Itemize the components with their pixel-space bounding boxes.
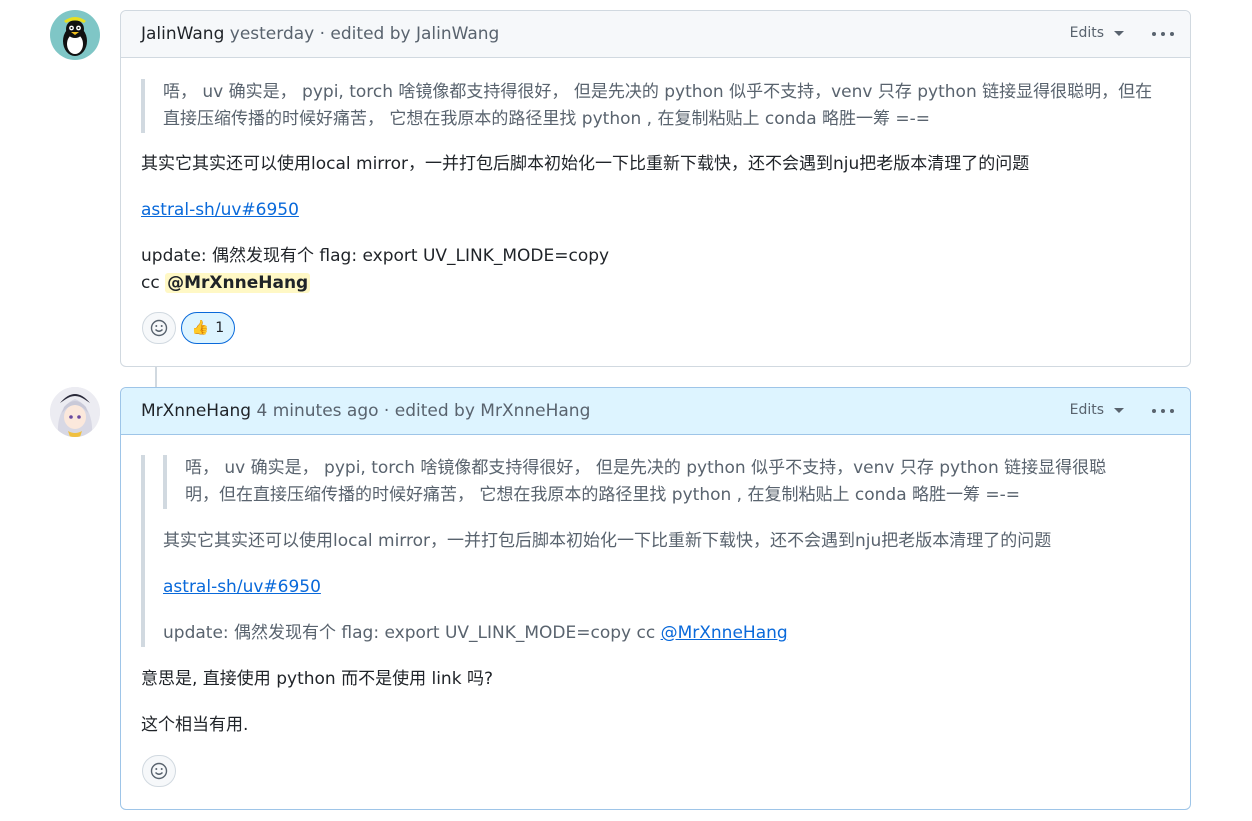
quote-line: 唔， uv 确实是， pypi, torch 啥镜像都支持得很好， 但是先决的 … [185, 458, 1107, 478]
thumbs-up-icon: 👍 [191, 320, 210, 336]
reply-blockquote: 唔， uv 确实是， pypi, torch 啥镜像都支持得很好， 但是先决的 … [141, 455, 1170, 647]
reply-paragraph: 这个相当有用. [141, 715, 249, 735]
caret-down-icon [1114, 407, 1124, 413]
anime-avatar-icon [50, 387, 100, 437]
comment-jalinwang: JalinWang yesterday · edited by JalinWan… [120, 10, 1191, 367]
timestamp[interactable]: yesterday · edited by JalinWang [224, 24, 500, 44]
blockquote: 唔， uv 确实是， pypi, torch 啥镜像都支持得很好， 但是先决的 … [141, 79, 1170, 133]
thumbs-up-reaction[interactable]: 👍 1 [181, 312, 235, 344]
avatar-jalinwang[interactable] [50, 10, 100, 60]
smiley-icon [150, 762, 168, 780]
more-options-icon[interactable] [1150, 400, 1176, 420]
issue-link[interactable]: astral-sh/uv#6950 [163, 577, 321, 597]
comment-meta: JalinWang yesterday · edited by JalinWan… [141, 23, 499, 45]
nested-blockquote: 唔， uv 确实是， pypi, torch 啥镜像都支持得很好， 但是先决的 … [163, 455, 1170, 509]
edits-dropdown[interactable]: Edits [1070, 402, 1124, 418]
comment-header: JalinWang yesterday · edited by JalinWan… [121, 11, 1190, 58]
quoted-paragraph: 其实它其实还可以使用local mirror，一并打包后脚本初始化一下比重新下载… [163, 531, 1052, 551]
comment-header: MrXnneHang 4 minutes ago · edited by MrX… [121, 388, 1190, 435]
edits-dropdown[interactable]: Edits [1070, 25, 1124, 41]
penguin-avatar-icon [63, 17, 87, 56]
timeline-connector [155, 366, 157, 388]
update-text: update: 偶然发现有个 flag: export UV_LINK_MODE… [163, 623, 661, 643]
edits-label: Edits [1069, 402, 1104, 418]
comment-body: 唔， uv 确实是， pypi, torch 啥镜像都支持得很好， 但是先决的 … [141, 79, 1170, 297]
comment-meta: MrXnneHang 4 minutes ago · edited by MrX… [141, 400, 590, 422]
reaction-count: 1 [215, 320, 225, 336]
comment-paragraph: 其实它其实还可以使用local mirror，一并打包后脚本初始化一下比重新下载… [141, 154, 1030, 174]
add-reaction-button[interactable] [142, 312, 176, 344]
update-line: update: 偶然发现有个 flag: export UV_LINK_MODE… [141, 246, 610, 266]
author-link[interactable]: MrXnneHang [141, 401, 251, 421]
quote-line: 明，但在直接压缩传播的时候好痛苦， 它想在我原本的路径里找 python , 在… [185, 485, 1021, 505]
cc-line: cc @MrXnneHang [141, 270, 1170, 297]
reply-paragraph: 意思是, 直接使用 python 而不是使用 link 吗? [141, 669, 493, 689]
comment-body: 唔， uv 确实是， pypi, torch 啥镜像都支持得很好， 但是先决的 … [141, 455, 1170, 739]
timestamp[interactable]: 4 minutes ago · edited by MrXnneHang [251, 401, 590, 421]
edits-label: Edits [1069, 25, 1104, 41]
quote-line: 唔， uv 确实是， pypi, torch 啥镜像都支持得很好， 但是先决的 … [163, 82, 1153, 102]
avatar-mrxnnehang[interactable] [50, 387, 100, 437]
caret-down-icon [1114, 30, 1124, 36]
author-link[interactable]: JalinWang [141, 24, 224, 44]
smiley-icon [150, 319, 168, 337]
add-reaction-button[interactable] [142, 755, 176, 787]
user-mention[interactable]: @MrXnneHang [165, 273, 311, 293]
cc-prefix: cc [141, 273, 166, 293]
comment-mrxnnehang: MrXnneHang 4 minutes ago · edited by MrX… [120, 387, 1191, 810]
more-options-icon[interactable] [1150, 23, 1176, 43]
quote-line: 直接压缩传播的时候好痛苦， 它想在我原本的路径里找 python , 在复制粘贴… [163, 109, 931, 129]
user-mention[interactable]: @MrXnneHang [661, 623, 788, 643]
quoted-update-line: update: 偶然发现有个 flag: export UV_LINK_MODE… [163, 620, 1170, 647]
issue-link[interactable]: astral-sh/uv#6950 [141, 200, 299, 220]
